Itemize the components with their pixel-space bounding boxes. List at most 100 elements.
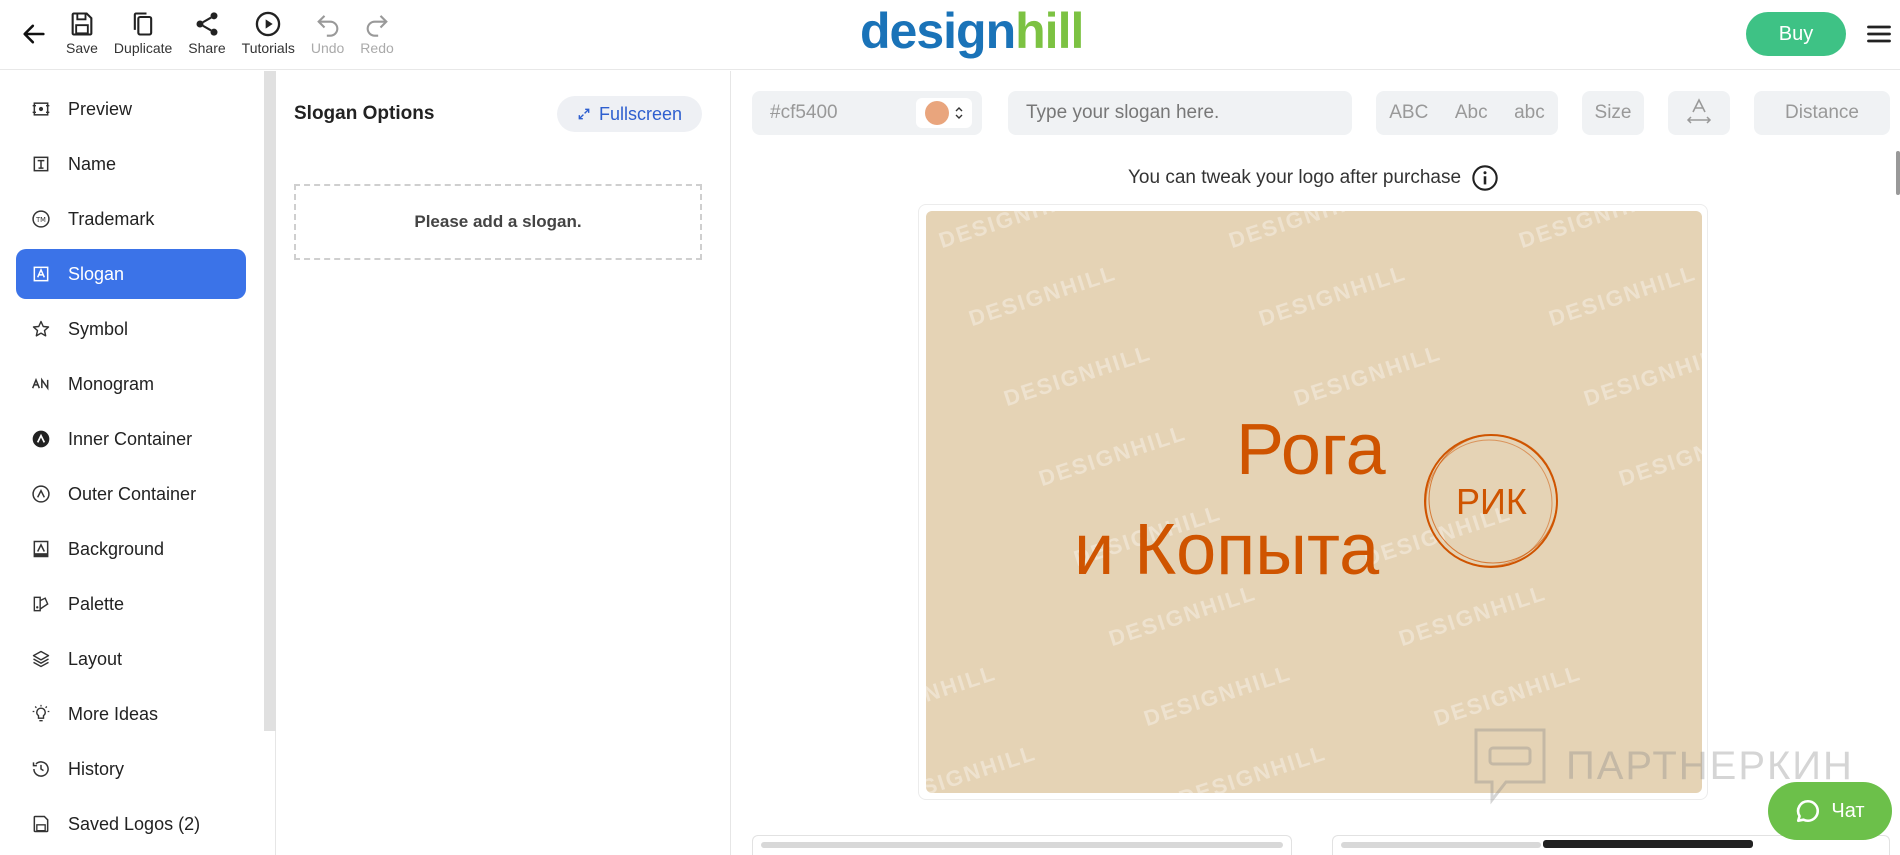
sidebar-item-label: Layout: [68, 648, 123, 669]
sidebar-scrollbar[interactable]: [264, 71, 276, 731]
card-placeholder: [761, 842, 1283, 848]
sidebar-item-label: Preview: [68, 98, 133, 119]
letter-spacing-button[interactable]: [1668, 91, 1730, 135]
share-icon: [196, 12, 218, 36]
sidebar-item-label: Inner Container: [68, 428, 193, 449]
fullscreen-label: Fullscreen: [598, 103, 683, 124]
sidebar-item-background[interactable]: Background: [16, 524, 246, 574]
tutorials-button[interactable]: Tutorials: [234, 10, 303, 56]
watermark: DESIGNHILL: [1545, 259, 1700, 332]
palette-icon: [30, 593, 52, 615]
size-button[interactable]: Size: [1582, 91, 1644, 135]
sidebar-item-label: More Ideas: [68, 703, 159, 724]
save-button[interactable]: Save: [58, 10, 106, 56]
main-scrollbar[interactable]: [1896, 151, 1900, 195]
distance-button[interactable]: Distance: [1754, 91, 1890, 135]
undo-button[interactable]: Undo: [303, 10, 352, 56]
history-icon: [30, 758, 52, 780]
sidebar-item-label: Palette: [68, 593, 125, 614]
sidebar-item-history[interactable]: History: [16, 744, 246, 794]
brand-name-line2[interactable]: и Копыта: [1074, 509, 1379, 591]
fullscreen-button[interactable]: Fullscreen: [557, 96, 702, 132]
watermark: DESIGNHILL: [1140, 659, 1295, 732]
watermark: DESIGNHILL: [1580, 339, 1702, 412]
watermark: DESIGNHILL: [965, 259, 1120, 332]
chat-label: Чат: [1831, 799, 1865, 822]
color-picker-button[interactable]: [916, 98, 972, 128]
sidebar-item-more-ideas[interactable]: More Ideas: [16, 689, 246, 739]
duplicate-label: Duplicate: [113, 40, 173, 56]
tutorials-label: Tutorials: [241, 40, 295, 56]
hamburger-icon: [1867, 25, 1891, 43]
sidebar-item-saved-logos[interactable]: Saved Logos (2): [16, 799, 246, 849]
sidebar-item-label: Monogram: [68, 373, 155, 394]
sidebar-item-trademark[interactable]: TM Trademark: [16, 194, 246, 244]
case-upper-button[interactable]: ABC: [1389, 102, 1428, 124]
lightbulb-icon: [30, 703, 52, 725]
duplicate-button[interactable]: Duplicate: [106, 10, 180, 56]
redo-button[interactable]: Redo: [352, 10, 401, 56]
watermark: DESIGNHILL: [1175, 739, 1330, 793]
sidebar-item-monogram[interactable]: Monogram: [16, 359, 246, 409]
card-preview: [1543, 840, 1753, 848]
logo-variant-card[interactable]: [752, 835, 1292, 855]
inner-container-icon: [30, 428, 52, 450]
saved-icon: [30, 813, 52, 835]
sidebar-item-label: Symbol: [68, 318, 129, 339]
arrow-left-icon: [23, 24, 45, 44]
tweak-note: You can tweak your logo after purchase: [1128, 163, 1499, 193]
logo-canvas[interactable]: DESIGNHILL DESIGNHILL DESIGNHILL DESIGNH…: [926, 211, 1702, 793]
tweak-note-text: You can tweak your logo after purchase: [1128, 167, 1462, 188]
sidebar-item-layout[interactable]: Layout: [16, 634, 246, 684]
panel-title: Slogan Options: [294, 103, 435, 124]
slogan-icon: [30, 263, 52, 285]
sidebar-item-palette[interactable]: Palette: [16, 579, 246, 629]
undo-label: Undo: [310, 40, 345, 56]
share-button[interactable]: Share: [180, 10, 233, 56]
watermark: DESIGNHILL: [1395, 579, 1550, 652]
brand-name-line1[interactable]: Рога: [1236, 409, 1386, 491]
buy-button[interactable]: Buy: [1746, 12, 1846, 56]
sidebar-item-name[interactable]: Name: [16, 139, 246, 189]
watermark: DESIGNHILL: [935, 211, 1090, 254]
sidebar-item-symbol[interactable]: Symbol: [16, 304, 246, 354]
save-icon: [71, 12, 93, 36]
sidebar-item-label: History: [68, 758, 125, 779]
info-icon[interactable]: [1471, 164, 1499, 192]
star-icon: [30, 318, 52, 340]
designhill-logo[interactable]: designhill: [860, 2, 1084, 60]
watermark: DESIGNHILL: [1255, 259, 1410, 332]
back-button[interactable]: [16, 16, 52, 52]
undo-icon: [316, 15, 338, 37]
sidebar-item-inner-container[interactable]: Inner Container: [16, 414, 246, 464]
watermark: DESIGNHILL: [1000, 339, 1155, 412]
logo-part-hill: hill: [1015, 3, 1084, 59]
case-lower-button[interactable]: abc: [1514, 102, 1545, 124]
share-label: Share: [188, 40, 226, 56]
menu-button[interactable]: [1865, 20, 1893, 48]
sidebar-item-slogan[interactable]: Slogan: [16, 249, 246, 299]
top-bar: Save Duplicate Share Tutorials Undo Redo…: [0, 0, 1900, 70]
background-icon: [30, 538, 52, 560]
sidebar-item-outer-container[interactable]: Outer Container: [16, 469, 246, 519]
sidebar-item-label: Trademark: [68, 208, 155, 229]
play-circle-icon: [255, 11, 281, 37]
svg-text:TM: TM: [35, 216, 46, 224]
watermark: DESIGNHILL: [1290, 339, 1445, 412]
sidebar: Preview Name TM Trademark Slogan Symbol …: [0, 71, 276, 855]
text-case-group: ABC Abc abc: [1376, 91, 1558, 135]
chat-button[interactable]: Чат: [1768, 782, 1892, 840]
updown-icon: [955, 107, 963, 119]
monogram-text[interactable]: РИК: [1456, 481, 1527, 523]
sidebar-item-label: Background: [68, 538, 165, 559]
trademark-icon: TM: [30, 208, 52, 230]
sidebar-item-label: Slogan: [68, 263, 125, 284]
monogram-icon: [30, 373, 52, 395]
sidebar-item-preview[interactable]: Preview: [16, 84, 246, 134]
sidebar-item-label: Name: [68, 153, 117, 174]
watermark: DESIGNHILL: [926, 739, 1040, 793]
card-placeholder: [1341, 842, 1541, 848]
slogan-input[interactable]: [1008, 91, 1352, 135]
case-title-button[interactable]: Abc: [1455, 102, 1488, 124]
watermark: DESIGNHILL: [1515, 211, 1670, 254]
